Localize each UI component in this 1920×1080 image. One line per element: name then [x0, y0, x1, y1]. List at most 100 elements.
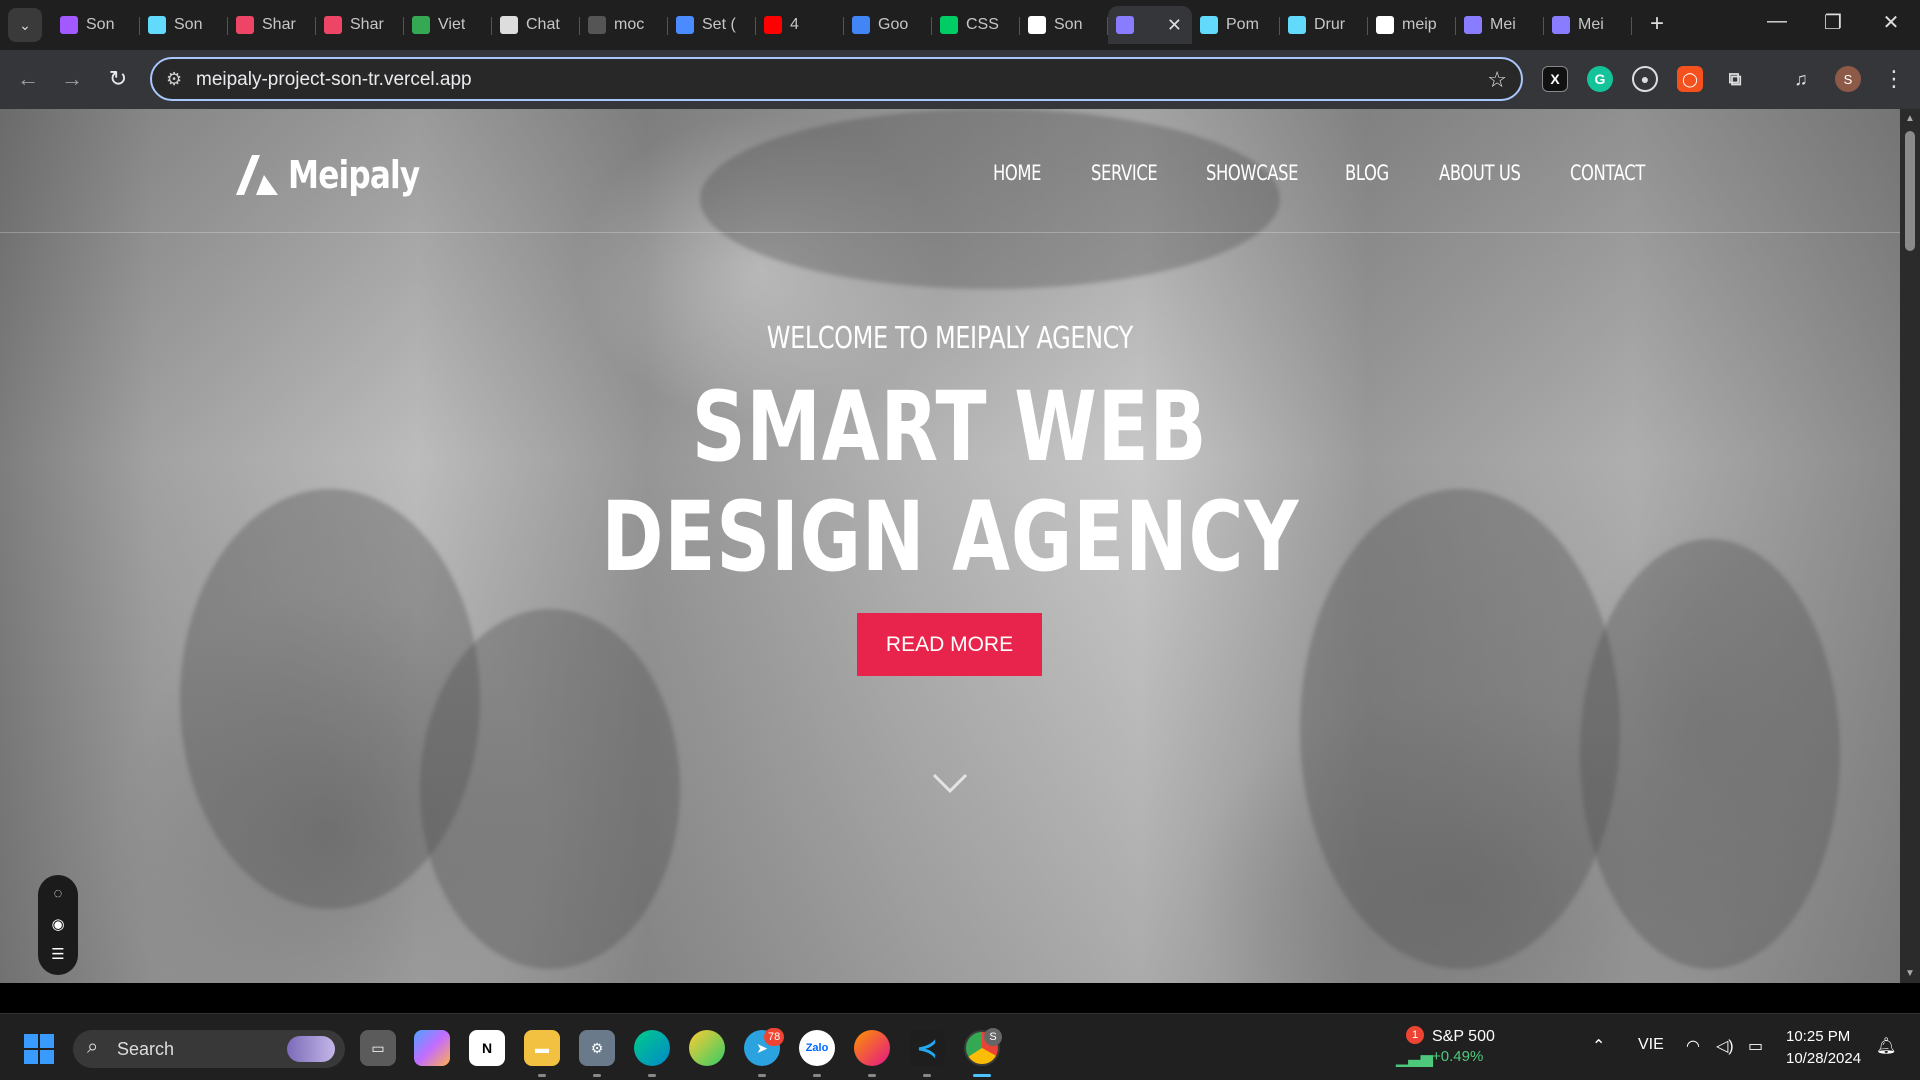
- infinity-icon: [60, 16, 78, 34]
- browser-tab[interactable]: Viet: [404, 6, 492, 44]
- nav-contact[interactable]: CONTACT: [1570, 161, 1645, 185]
- menu-kebab-icon[interactable]: ⋮: [1880, 66, 1908, 92]
- bookmark-star-icon[interactable]: ☆: [1487, 67, 1507, 93]
- close-tab-icon[interactable]: ✕: [1167, 15, 1182, 36]
- read-more-button[interactable]: READ MORE: [857, 613, 1042, 676]
- browser-tab[interactable]: Mei: [1456, 6, 1544, 44]
- browser-tab[interactable]: Goo: [844, 6, 932, 44]
- play-icon: [412, 16, 430, 34]
- tab-title: Viet: [438, 16, 466, 33]
- chrome-canary-icon[interactable]: [689, 1030, 725, 1066]
- browser-tab[interactable]: Drur: [1280, 6, 1368, 44]
- nav-service[interactable]: SERVICE: [1091, 161, 1158, 185]
- youtube-icon: [764, 16, 782, 34]
- tab-strip: ⌄ Son Son Shar Shar Viet Chat moc Set (4 Goo CSS S…: [0, 0, 1920, 50]
- stock-chart-icon: ▁▃▅: [1396, 1050, 1433, 1067]
- clock-date[interactable]: 10/28/2024: [1786, 1050, 1861, 1067]
- task-view-icon[interactable]: ▭: [360, 1030, 396, 1066]
- browser-tab[interactable]: moc: [580, 6, 668, 44]
- browser-tab[interactable]: Chat: [492, 6, 580, 44]
- profile-avatar[interactable]: S: [1835, 66, 1861, 92]
- browser-tab[interactable]: Pom: [1192, 6, 1280, 44]
- tab-title: CSS: [966, 16, 999, 33]
- scroll-up-arrow[interactable]: ▲: [1900, 113, 1920, 124]
- browser-tab[interactable]: 4: [756, 6, 844, 44]
- github-icon: [1028, 16, 1046, 34]
- browser-tab[interactable]: Shar: [228, 6, 316, 44]
- tab-title: Son: [1054, 16, 1083, 33]
- show-hidden-icons-icon[interactable]: ⌃: [1592, 1036, 1605, 1056]
- media-controls-icon[interactable]: ♫: [1788, 66, 1814, 92]
- url-text[interactable]: meipaly-project-son-tr.vercel.app: [196, 69, 472, 91]
- tab-title: Drur: [1314, 16, 1346, 33]
- search-highlight-image: [287, 1036, 335, 1062]
- copilot-icon[interactable]: [414, 1030, 450, 1066]
- tab-title: Shar: [262, 16, 296, 33]
- site-logo[interactable]: Meipaly: [236, 153, 448, 197]
- back-button[interactable]: ←: [14, 66, 42, 92]
- extension-x-icon[interactable]: X: [1542, 66, 1568, 92]
- scroll-down-chevron-icon[interactable]: [932, 773, 968, 795]
- scroll-thumb[interactable]: [1905, 131, 1915, 251]
- address-bar[interactable]: ⚙ meipaly-project-son-tr.vercel.app ☆: [150, 57, 1523, 101]
- taskbar-search[interactable]: ⌕ Search: [73, 1030, 345, 1068]
- zalo-icon[interactable]: Zalo: [799, 1030, 835, 1066]
- minimize-button[interactable]: —: [1762, 10, 1792, 33]
- stock-change: +0.49%: [1432, 1048, 1484, 1065]
- site-info-icon[interactable]: ⚙: [166, 69, 182, 90]
- hero-subtitle: WELCOME TO MEIPALY AGENCY: [766, 321, 1134, 356]
- volume-icon[interactable]: ◁): [1716, 1036, 1734, 1056]
- scroll-down-arrow[interactable]: ▼: [1900, 968, 1920, 979]
- tab-title: Shar: [350, 16, 384, 33]
- browser-tab[interactable]: meip: [1368, 6, 1456, 44]
- eye-icon[interactable]: ◉: [38, 915, 78, 933]
- tab-search-button[interactable]: ⌄: [8, 8, 42, 42]
- browser-tab[interactable]: Son: [140, 6, 228, 44]
- edge-icon[interactable]: [634, 1030, 670, 1066]
- vercel-icon: [1376, 16, 1394, 34]
- chrome-profile-badge: S: [984, 1028, 1002, 1046]
- record-icon[interactable]: ●: [1632, 66, 1658, 92]
- react-icon: [1200, 16, 1218, 34]
- clock-time[interactable]: 10:25 PM: [1786, 1028, 1850, 1045]
- close-window-button[interactable]: ✕: [1876, 10, 1906, 35]
- restore-button[interactable]: ❐: [1818, 10, 1848, 35]
- nav-blog[interactable]: BLOG: [1345, 161, 1389, 185]
- firefox-icon[interactable]: [854, 1030, 890, 1066]
- meipaly-icon: [1116, 16, 1134, 34]
- wifi-icon[interactable]: ◠: [1686, 1036, 1700, 1056]
- extensions-puzzle-icon[interactable]: ⧉: [1722, 66, 1748, 92]
- tab-active[interactable]: ✕: [1108, 6, 1192, 44]
- windows-start-icon[interactable]: [24, 1034, 54, 1064]
- meipaly-icon: [1464, 16, 1482, 34]
- nav-about-us[interactable]: ABOUT US: [1439, 161, 1521, 185]
- browser-tab[interactable]: Son: [52, 6, 140, 44]
- app-icon[interactable]: ⚙: [579, 1030, 615, 1066]
- file-explorer-icon[interactable]: ▬: [524, 1030, 560, 1066]
- nav-home[interactable]: HOME: [993, 161, 1042, 185]
- notion-icon[interactable]: N: [469, 1030, 505, 1066]
- browser-tab[interactable]: Shar: [316, 6, 404, 44]
- browser-tab[interactable]: Mei: [1544, 6, 1632, 44]
- browser-tab[interactable]: CSS: [932, 6, 1020, 44]
- chatgpt-icon: [500, 16, 518, 34]
- page-scrollbar[interactable]: ▲ ▼: [1900, 109, 1920, 983]
- extension-red-icon[interactable]: ◯: [1677, 66, 1703, 92]
- battery-icon[interactable]: ▭: [1748, 1036, 1763, 1056]
- input-language[interactable]: VIE: [1638, 1036, 1664, 1054]
- logo-text: Meipaly: [288, 153, 420, 197]
- page-bottom-area: [0, 983, 1920, 1013]
- vscode-icon[interactable]: ≺: [909, 1030, 945, 1066]
- browser-tab[interactable]: Son: [1020, 6, 1108, 44]
- chevron-down-icon: ⌄: [19, 16, 31, 33]
- nav-showcase[interactable]: SHOWCASE: [1206, 161, 1298, 185]
- chat-bubble-icon[interactable]: ◌: [38, 885, 78, 902]
- notification-bell-icon[interactable]: 🔔︎: [1876, 1036, 1896, 1056]
- reload-button[interactable]: ↻: [104, 66, 132, 92]
- grammarly-icon[interactable]: G: [1587, 66, 1613, 92]
- list-icon[interactable]: ☰: [38, 945, 78, 963]
- search-label: Search: [117, 1039, 175, 1059]
- browser-tab[interactable]: Set (: [668, 6, 756, 44]
- new-tab-button[interactable]: +: [1650, 12, 1664, 36]
- forward-button[interactable]: →: [58, 66, 86, 92]
